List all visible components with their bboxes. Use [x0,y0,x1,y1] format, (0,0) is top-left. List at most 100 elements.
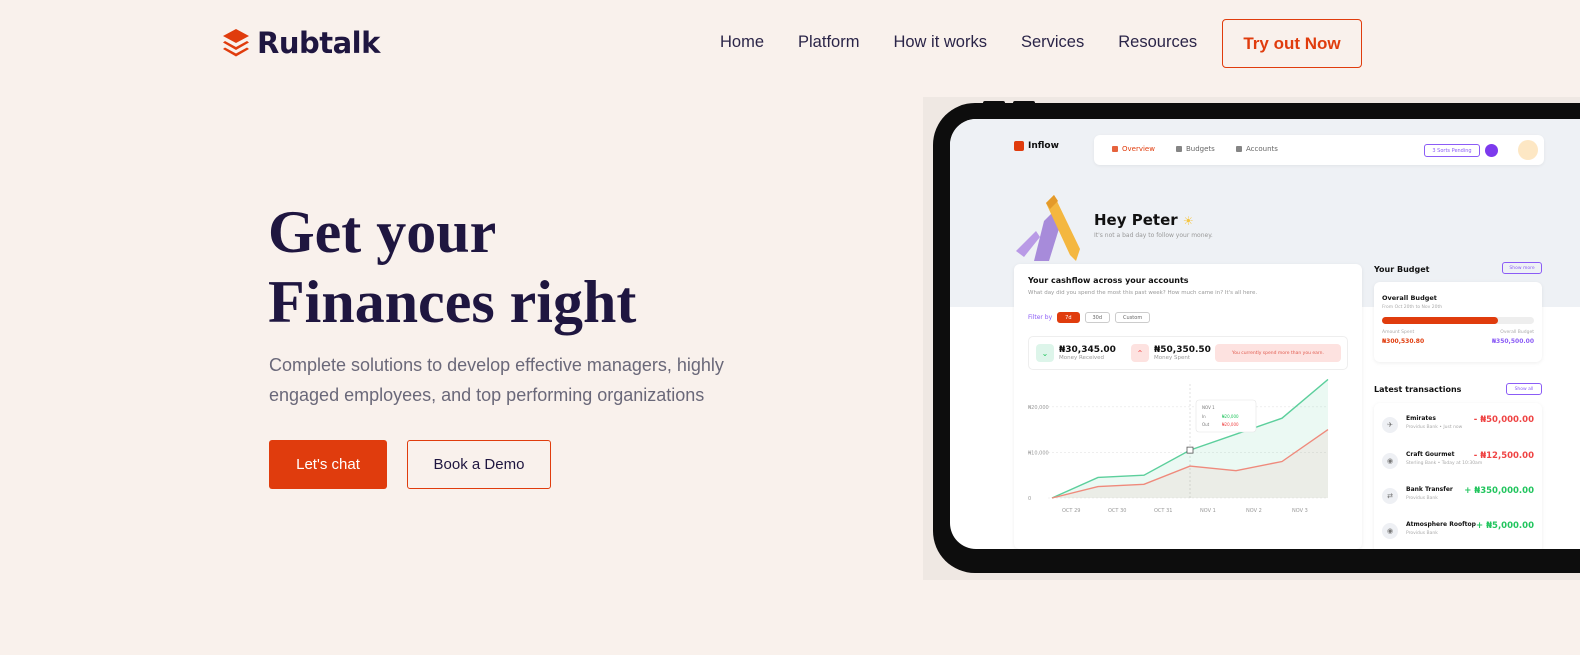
transaction-amount: + ₦5,000.00 [1476,521,1534,531]
x-tick-label: OCT 29 [1062,508,1080,514]
transaction-meta: Providus Bank [1406,531,1438,536]
x-tick-label: OCT 30 [1108,508,1126,514]
hover-point [1186,446,1194,454]
x-tick-label: NOV 2 [1246,508,1262,514]
filter-chip-custom: Custom [1115,312,1151,323]
arrow-down-icon: ⌄ [1036,344,1054,362]
x-tick-label: NOV 3 [1292,508,1308,514]
transactions-card: ✈ Emirates Providus Bank • Just now - ₦5… [1374,403,1542,549]
pending-badge: 3 Sorts Pending [1424,144,1480,157]
transaction-name: Emirates [1406,415,1436,422]
transaction-row: ✈ Emirates Providus Bank • Just now - ₦5… [1382,415,1534,439]
y-tick-label: 0 [1028,496,1031,502]
greeting-subtitle: It's not a bad day to follow your money. [1094,232,1213,239]
x-tick-label: OCT 31 [1154,508,1172,514]
transaction-meta: Providus Bank [1406,496,1438,501]
budget-progress-fill [1382,317,1498,324]
budget-progress-track [1382,317,1534,324]
nav-item-platform[interactable]: Platform [798,33,859,52]
stack-logo-icon [223,29,249,57]
filter-chip-7d: 7d [1057,312,1080,323]
lets-chat-button[interactable]: Let's chat [269,440,387,489]
book-demo-button[interactable]: Book a Demo [407,440,551,489]
inflow-name: Inflow [1028,141,1059,151]
transaction-name: Atmosphere Rooftop [1406,521,1476,528]
nav-item-how-it-works[interactable]: How it works [893,33,987,52]
tab-budgets: Budgets [1176,145,1215,153]
tooltip-out-value: ₦20,000 [1222,422,1239,427]
filter-label: Filter by [1028,314,1053,321]
dashboard-mockup: Inflow Overview Budgets Accounts 3 Sorts… [923,97,1580,580]
spending-warning: You currently spend more than you earn. [1215,344,1341,362]
cashflow-title: Your cashflow across your accounts [1028,276,1189,285]
transaction-meta: Providus Bank • Just now [1406,425,1463,430]
tab-accounts-label: Accounts [1246,145,1278,153]
arrow-up-icon: ⌃ [1131,344,1149,362]
tab-overview-label: Overview [1122,145,1155,153]
tooltip-date: NOV 1 [1202,405,1215,410]
tooltip-in-value: ₦20,000 [1222,414,1239,419]
transactions-title: Latest transactions [1374,385,1462,394]
brand-logo[interactable]: Rubtalk [221,26,380,60]
money-spent-label: Money Spent [1154,355,1190,361]
greeting-text: Hey Peter [1094,211,1178,229]
greeting: Hey Peter ☀ [1094,211,1194,229]
budget-icon [1176,146,1182,152]
transaction-amount: - ₦12,500.00 [1473,451,1534,461]
nav-item-home[interactable]: Home [720,33,764,52]
inflow-logo-icon [1014,141,1024,151]
brand-name: Rubtalk [257,26,380,60]
tab-accounts: Accounts [1236,145,1278,153]
notification-icon [1485,144,1498,157]
transaction-row: ◉ Craft Gourmet Sterling Bank • Today at… [1382,451,1534,475]
transaction-amount: + ₦350,000.00 [1464,486,1534,496]
hero-title: Get your Finances right [268,197,636,337]
transfer-icon: ⇄ [1382,488,1398,504]
budget-card: Overall Budget From Oct 20th to Nov 20th… [1374,282,1542,362]
plane-icon: ✈ [1382,417,1398,433]
nav-item-services[interactable]: Services [1021,33,1084,52]
budget-card-title: Overall Budget [1382,294,1437,302]
transaction-name: Craft Gourmet [1406,451,1455,458]
money-spent-stat: ⌃ ₦50,350.50 Money Spent [1131,344,1211,362]
money-received-value: ₦30,345.00 [1059,345,1116,355]
transaction-amount: - ₦50,000.00 [1473,415,1534,425]
overall-budget-label: Overall Budget [1500,330,1534,335]
sun-icon: ☀ [1182,214,1194,228]
transaction-row: ⇄ Bank Transfer Providus Bank + ₦350,000… [1382,486,1534,510]
y-tick-label: ₦10,000 [1028,450,1049,456]
tooltip-out-label: Out [1202,422,1210,427]
app-topbar: Overview Budgets Accounts 3 Sorts Pendin… [1094,135,1544,165]
x-tick-label: NOV 1 [1200,508,1216,514]
money-received-label: Money Received [1059,355,1105,361]
cashflow-chart: ₦20,000 ₦10,000 0 OCT 29 OCT 30 OCT 31 NOV 1 NO… [1028,378,1329,514]
cashflow-card: Your cashflow across your accounts What … [1014,264,1362,549]
tooltip-in-label: In [1202,414,1206,419]
cashflow-subtitle: What day did you spend the most this pas… [1028,290,1258,296]
budget-title: Your Budget [1374,265,1430,274]
accounts-icon [1236,146,1242,152]
transaction-row: ◉ Atmosphere Rooftop Providus Bank + ₦5,… [1382,521,1534,545]
transaction-meta: Sterling Bank • Today at 10:30am [1406,461,1483,466]
inflow-logo: Inflow [1014,141,1059,151]
filter-chip-30d: 30d [1084,312,1111,323]
show-more-button: Show more [1502,262,1542,274]
nav-item-resources[interactable]: Resources [1118,33,1197,52]
avatar [1518,140,1538,160]
money-received-stat: ⌄ ₦30,345.00 Money Received [1036,344,1116,362]
hero-subtitle: Complete solutions to develop effective … [269,355,724,405]
main-nav: Home Platform How it works Services Reso… [720,33,1197,52]
budget-card-subtitle: From Oct 20th to Nov 20th [1382,305,1443,310]
food-icon: ◉ [1382,453,1398,469]
tablet-frame: Inflow Overview Budgets Accounts 3 Sorts… [933,103,1580,573]
overall-budget-value: ₦350,500.00 [1491,338,1534,345]
try-out-now-button[interactable]: Try out Now [1222,19,1362,68]
amount-spent-value: ₦300,530.80 [1382,338,1425,345]
food-icon: ◉ [1382,523,1398,539]
amount-spent-label: Amount Spent [1382,330,1415,335]
transaction-name: Bank Transfer [1406,486,1453,493]
show-all-button: Show all [1506,383,1542,395]
cashflow-stats: ⌄ ₦30,345.00 Money Received ⌃ ₦50,350.50… [1028,336,1348,370]
pencil-illustration-icon [1016,195,1080,261]
home-icon [1112,146,1118,152]
